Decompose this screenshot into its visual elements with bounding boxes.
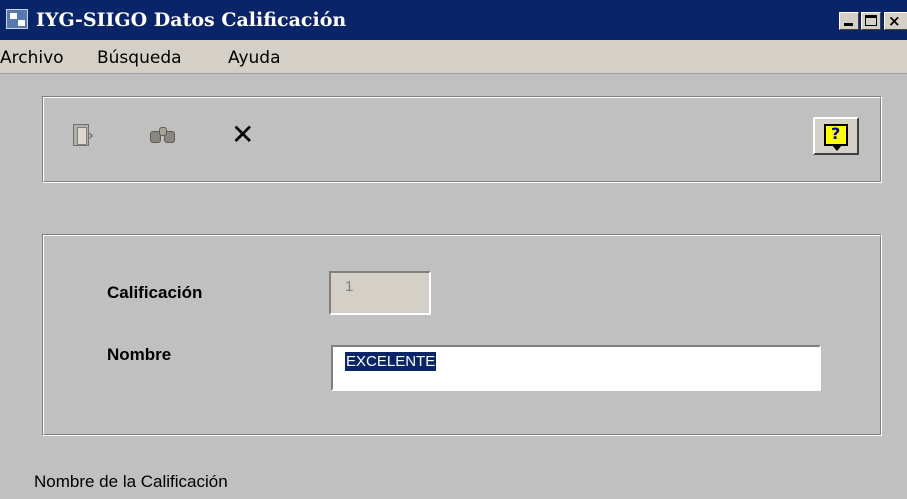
menu-bar: Archivo Búsqueda Ayuda [0,40,907,74]
menu-ayuda[interactable]: Ayuda [228,48,281,68]
close-icon: × [888,12,901,30]
calificacion-label: Calificación [107,283,203,302]
maximize-icon [865,15,877,26]
close-button[interactable]: × [884,12,907,30]
menu-busqueda[interactable]: Búsqueda [97,48,182,68]
minimize-icon [844,23,853,26]
exit-door-icon [73,124,89,146]
minimize-button[interactable] [839,12,859,30]
exit-button[interactable]: › [67,119,103,153]
toolbar-panel: › ✕ ? [42,96,882,183]
form-panel: Calificación 1 Nombre EXCELENTE [42,234,882,436]
binoculars-icon [150,127,178,145]
exit-arrow-icon: › [88,128,94,144]
nombre-label: Nombre [107,345,172,364]
cancel-x-icon: ✕ [231,118,255,151]
status-text: Nombre de la Calificación [34,472,228,491]
menu-archivo[interactable]: Archivo [0,48,64,68]
app-icon[interactable] [6,9,28,29]
nombre-value: EXCELENTE [345,352,437,371]
cancel-button[interactable]: ✕ [225,119,261,153]
calificacion-value: 1 [345,278,354,295]
search-button[interactable] [145,119,181,153]
help-button[interactable]: ? [813,117,859,155]
help-question-mark: ? [831,124,841,143]
maximize-button[interactable] [861,12,881,30]
window-title: IYG-SIIGO Datos Calificación [36,9,347,31]
title-bar[interactable]: IYG-SIIGO Datos Calificación × [0,0,907,40]
calificacion-field[interactable]: 1 [329,271,431,315]
help-question-icon: ? [824,124,848,151]
nombre-field[interactable]: EXCELENTE [331,345,821,391]
